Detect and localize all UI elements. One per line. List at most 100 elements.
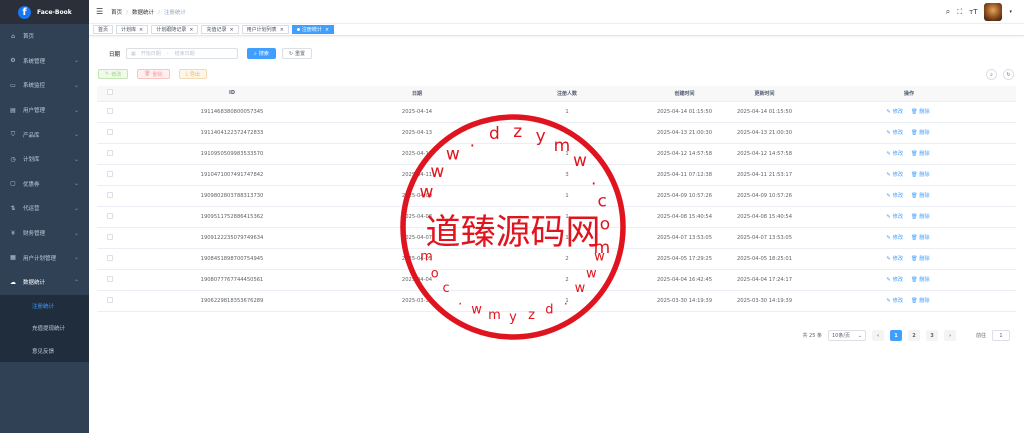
row-delete-link[interactable]: 🗑 删除 (911, 256, 932, 262)
row-edit-link[interactable]: ✎ 修改 (886, 130, 905, 136)
row-edit-link[interactable]: ✎ 修改 (886, 172, 905, 178)
close-icon[interactable]: × (280, 27, 284, 33)
sidebar-item[interactable]: ▤ 用户管理 ⌄ (0, 98, 89, 123)
row-edit-link[interactable]: ✎ 修改 (886, 109, 905, 115)
row-delete-link[interactable]: 🗑 删除 (911, 130, 932, 136)
cell-id: 1910471007491747842 (122, 164, 342, 186)
row-checkbox[interactable] (106, 128, 113, 135)
table-row[interactable]: 1908077767744450561 2025-04-04 2 2025-04… (97, 269, 1016, 291)
breadcrumb-home[interactable]: 首页 (111, 10, 122, 16)
table-row[interactable]: 1911468380800057345 2025-04-14 1 2025-04… (97, 101, 1016, 123)
row-delete-link[interactable]: 🗑 删除 (911, 277, 932, 283)
table-row[interactable]: 1909122235079749634 2025-04-07 1 2025-04… (97, 227, 1016, 249)
end-date-input[interactable]: 结束日期 (175, 50, 195, 57)
table-row[interactable]: 1911404122372472833 2025-04-13 1 2025-04… (97, 122, 1016, 144)
row-edit-link[interactable]: ✎ 修改 (886, 214, 905, 220)
font-size-icon[interactable]: тT (969, 8, 977, 16)
cell-date: 2025-04-11 (342, 164, 492, 186)
search-icon[interactable]: ⌕ (946, 7, 950, 17)
hamburger-icon[interactable]: ☰ (96, 7, 103, 16)
sidebar-item[interactable]: ◷ 计划库 ⌄ (0, 147, 89, 172)
row-checkbox[interactable] (106, 275, 113, 282)
facebook-logo-icon: f (18, 5, 31, 19)
sidebar-item[interactable]: ▦ 用户计划管理 ⌄ (0, 245, 89, 270)
row-delete-link[interactable]: 🗑 删除 (911, 172, 932, 178)
row-edit-link[interactable]: ✎ 修改 (886, 193, 905, 199)
row-checkbox[interactable] (106, 107, 113, 114)
sidebar-item[interactable]: ▭ 系统监控 ⌄ (0, 73, 89, 98)
row-delete-link[interactable]: 🗑 删除 (911, 193, 932, 199)
avatar[interactable] (984, 3, 1003, 21)
page-number-button[interactable]: 2 (907, 330, 920, 341)
select-all-checkbox[interactable] (106, 89, 113, 96)
row-delete-link[interactable]: 🗑 删除 (911, 109, 932, 115)
sidebar-subitem[interactable]: 意见反馈 (0, 340, 89, 363)
date-range-picker[interactable]: ▦ 开始日期 - 结束日期 (126, 48, 239, 59)
close-icon[interactable]: × (189, 27, 193, 33)
row-checkbox[interactable] (106, 296, 113, 303)
download-icon: ⤓ (185, 71, 188, 77)
sidebar-item[interactable]: ¥ 财务管理 ⌄ (0, 221, 89, 246)
sidebar-item[interactable]: ☁ 数据统计 ⌃ (0, 270, 89, 295)
search-button[interactable]: ⌕ 搜索 (247, 48, 276, 59)
row-delete-link[interactable]: 🗑 删除 (911, 151, 932, 157)
search-toggle-icon[interactable]: ⌕ (986, 69, 997, 80)
page-number-button[interactable]: 3 (925, 330, 938, 341)
table-row[interactable]: 1910471007491747842 2025-04-11 3 2025-04… (97, 164, 1016, 186)
sidebar-item[interactable]: ⛉ 产品库 ⌄ (0, 122, 89, 147)
row-checkbox[interactable] (106, 170, 113, 177)
tag-item[interactable]: 注册统计 × (291, 25, 335, 34)
row-delete-link[interactable]: 🗑 删除 (911, 298, 932, 304)
goto-page-input[interactable]: 1 (992, 330, 1010, 341)
row-edit-link[interactable]: ✎ 修改 (886, 235, 905, 241)
next-page-button[interactable]: › (943, 330, 956, 341)
row-edit-link[interactable]: ✎ 修改 (886, 298, 905, 304)
sidebar-item[interactable]: ⇅ 代运营 ⌄ (0, 196, 89, 221)
cell-created: 2025-04-08 15:40:54 (642, 206, 727, 228)
row-checkbox[interactable] (106, 254, 113, 261)
tag-item[interactable]: 充值记录 × (201, 25, 239, 34)
row-checkbox[interactable] (106, 212, 113, 219)
row-edit-link[interactable]: ✎ 修改 (886, 151, 905, 157)
tag-item[interactable]: 首页 (93, 25, 114, 34)
row-delete-link[interactable]: 🗑 删除 (911, 235, 932, 241)
sidebar-item[interactable]: ⚙ 系统管理 ⌄ (0, 49, 89, 74)
row-edit-link[interactable]: ✎ 修改 (886, 256, 905, 262)
close-icon[interactable]: × (229, 27, 233, 33)
table-row[interactable]: 1909802803788313730 2025-04-09 1 2025-04… (97, 185, 1016, 207)
sidebar-item[interactable]: ▢ 优惠券 ⌄ (0, 172, 89, 197)
cell-count: 1 (492, 101, 642, 123)
table-row[interactable]: 1908451898700754945 2025-04-05 2 2025-04… (97, 248, 1016, 270)
cell-id: 1911404122372472833 (122, 122, 342, 144)
row-checkbox[interactable] (106, 149, 113, 156)
sidebar-subitem[interactable]: 充值提现统计 (0, 317, 89, 340)
row-edit-link[interactable]: ✎ 修改 (886, 277, 905, 283)
sidebar-item[interactable]: ⌂ 首页 (0, 24, 89, 49)
tag-item[interactable]: 计划跟随记录 × (151, 25, 199, 34)
cell-created: 2025-04-05 17:29:25 (642, 248, 727, 270)
table-row[interactable]: 1910950509983533570 2025-04-12 1 2025-04… (97, 143, 1016, 165)
row-checkbox[interactable] (106, 191, 113, 198)
refresh-icon[interactable]: ↻ (1003, 69, 1014, 80)
close-icon[interactable]: × (139, 27, 143, 33)
export-button[interactable]: ⤓ 导出 (178, 69, 207, 79)
caret-down-icon[interactable]: ▾ (1009, 9, 1012, 15)
tag-item[interactable]: 用户计划列表 × (241, 25, 289, 34)
close-icon[interactable]: × (325, 27, 329, 33)
tag-item[interactable]: 计划库 × (116, 25, 149, 34)
row-delete-link[interactable]: 🗑 删除 (911, 214, 932, 220)
page-number-button[interactable]: 1 (889, 330, 902, 341)
start-date-input[interactable]: 开始日期 (141, 50, 161, 57)
reset-button[interactable]: ↻ 重置 (281, 48, 313, 59)
page-size-select[interactable]: 10条/页 ⌄ (827, 330, 866, 341)
prev-page-button[interactable]: ‹ (871, 330, 884, 341)
delete-button[interactable]: 🗑 删除 (137, 69, 170, 79)
edit-button[interactable]: ✎ 修改 (98, 69, 129, 79)
fullscreen-icon[interactable]: ⛶ (957, 8, 962, 17)
table-row[interactable]: 1909511752886415362 2025-04-08 1 2025-04… (97, 206, 1016, 228)
row-select-cell (97, 227, 122, 249)
row-checkbox[interactable] (106, 233, 113, 240)
app-logo[interactable]: f Face-Book (0, 0, 89, 24)
sidebar-subitem[interactable]: 注册统计 (0, 295, 89, 318)
table-row[interactable]: 1906229818353676289 2025-03-30 1 2025-03… (97, 290, 1016, 312)
